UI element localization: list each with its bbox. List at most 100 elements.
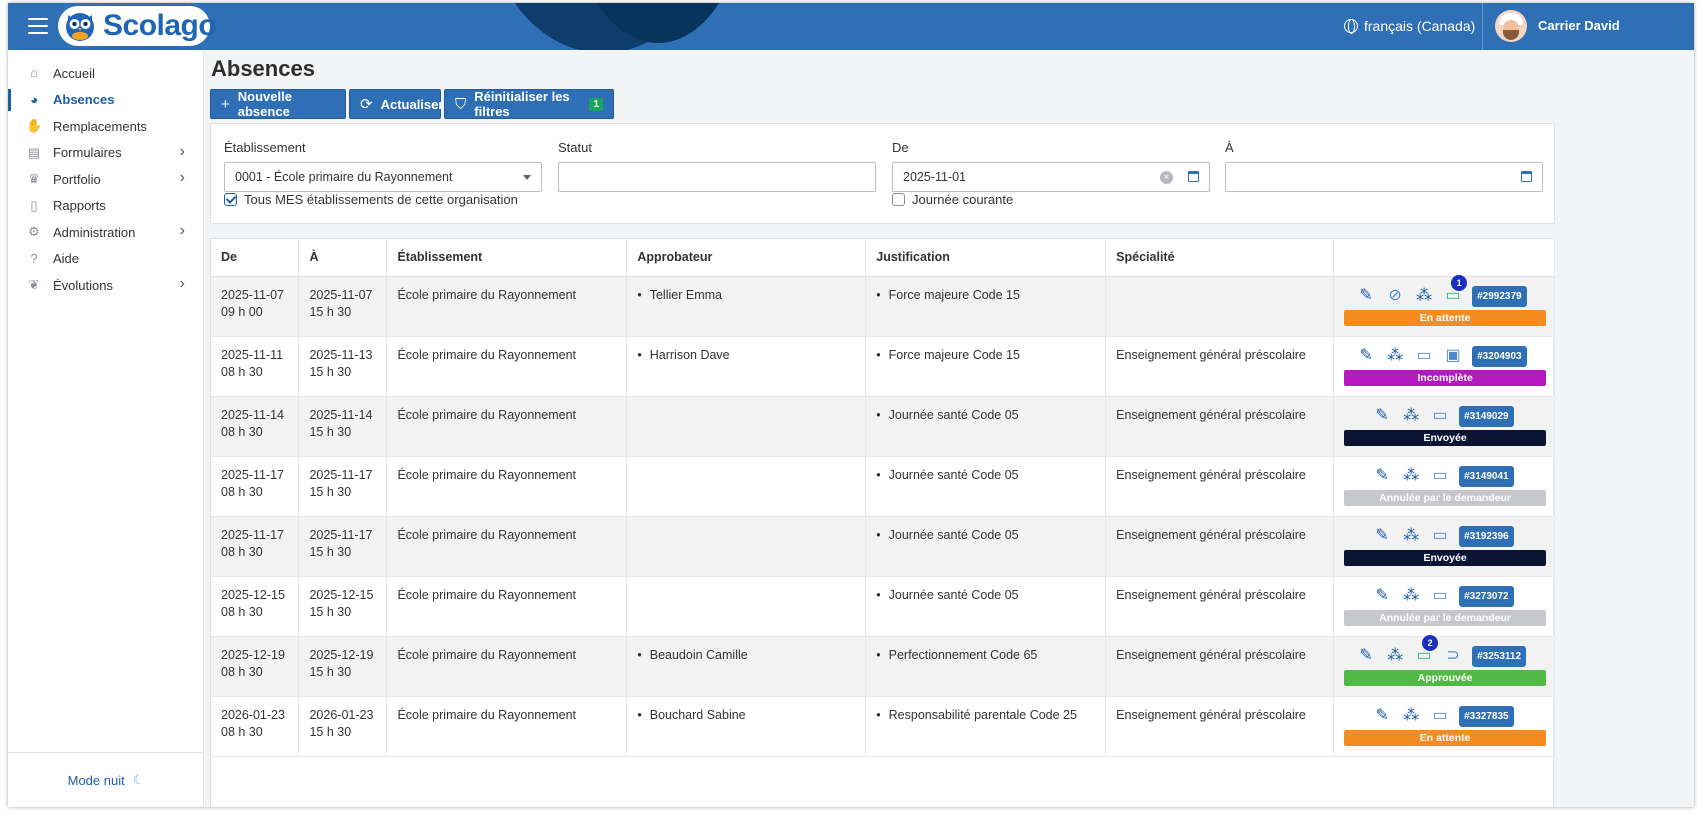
- edit-icon[interactable]: ✎: [1372, 707, 1392, 725]
- row-actions: ✎ ⁂ ▭ ▣ #3204903: [1356, 345, 1527, 367]
- etablissement-select[interactable]: 0001 - École primaire du Rayonnement: [224, 162, 542, 192]
- chat-icon[interactable]: ▭ 2: [1414, 635, 1439, 665]
- workflow-icon[interactable]: ⁂: [1401, 467, 1421, 485]
- hamburger-menu-icon[interactable]: [28, 18, 48, 34]
- chat-icon[interactable]: ▭: [1430, 407, 1450, 425]
- table-row[interactable]: 2025-11-14 08 h 30 2025-11-14 15 h 30 École …: [211, 396, 1555, 457]
- edit-icon[interactable]: ✎: [1356, 287, 1376, 305]
- sidebar-item-absences[interactable]: ◕ Absences: [8, 87, 203, 114]
- chevron-right-icon[interactable]: ›: [180, 169, 185, 187]
- user-name[interactable]: Carrier David: [1538, 18, 1620, 33]
- absence-id-badge[interactable]: #3149041: [1459, 465, 1514, 487]
- justification-value: Responsabilité parentale Code 25: [876, 707, 1105, 724]
- calendar-icon[interactable]: [1521, 171, 1532, 182]
- column-header-de[interactable]: De: [211, 239, 300, 277]
- table-row[interactable]: 2025-11-17 08 h 30 2025-11-17 15 h 30 École …: [211, 516, 1555, 577]
- absences-table-container: De À Établissement Approbateur Justifica…: [210, 238, 1555, 807]
- approbateur-value: Harrison Dave: [637, 347, 865, 364]
- absence-id-badge[interactable]: #3192396: [1459, 525, 1514, 547]
- edit-icon[interactable]: ✎: [1356, 347, 1376, 365]
- table-row[interactable]: 2025-11-17 08 h 30 2025-11-17 15 h 30 École …: [211, 456, 1555, 517]
- attachment-icon[interactable]: ⊃: [1443, 647, 1463, 665]
- cell-etablissement: École primaire du Rayonnement: [386, 456, 628, 517]
- chat-icon[interactable]: ▭: [1430, 587, 1450, 605]
- checkbox-checked-icon[interactable]: [224, 193, 237, 206]
- edit-icon[interactable]: ✎: [1372, 467, 1392, 485]
- sidebar-item-rapports[interactable]: ▯ Rapports: [8, 193, 203, 220]
- etablissement-value: 0001 - École primaire du Rayonnement: [235, 170, 453, 184]
- specialite-value: Enseignement général préscolaire: [1116, 347, 1306, 362]
- sidebar-item-administration[interactable]: ⚙ Administration ›: [8, 219, 203, 246]
- column-header-a[interactable]: À: [298, 239, 388, 277]
- table-row[interactable]: 2025-12-15 08 h 30 2025-12-15 15 h 30 École …: [211, 576, 1555, 637]
- workflow-icon[interactable]: ⁂: [1401, 587, 1421, 605]
- statut-input[interactable]: [558, 162, 876, 192]
- new-absence-button[interactable]: + Nouvelle absence: [210, 89, 346, 119]
- sidebar-item-evolutions[interactable]: ❦ Évolutions ›: [8, 272, 203, 299]
- chevron-right-icon[interactable]: ›: [180, 275, 185, 293]
- sidebar-item-remplacements[interactable]: ✋ Remplacements: [8, 113, 203, 140]
- sidebar-item-formulaires[interactable]: ▤ Formulaires ›: [8, 140, 203, 167]
- workflow-icon[interactable]: ⁂: [1385, 647, 1405, 665]
- chevron-right-icon[interactable]: ›: [180, 143, 185, 161]
- cell-a: 2025-12-19 15 h 30: [298, 636, 388, 697]
- all-establishments-checkbox[interactable]: Tous MES établissements de cette organis…: [224, 192, 518, 207]
- edit-icon[interactable]: ✎: [1372, 527, 1392, 545]
- chat-icon[interactable]: ▭: [1430, 707, 1450, 725]
- absence-id-badge[interactable]: #3149029: [1459, 405, 1514, 427]
- image-icon[interactable]: ▣: [1443, 347, 1463, 365]
- edit-icon[interactable]: ✎: [1372, 407, 1392, 425]
- language-selector[interactable]: français (Canada): [1344, 18, 1475, 34]
- edit-icon[interactable]: ✎: [1372, 587, 1392, 605]
- refresh-button[interactable]: ⟳ Actualiser: [349, 89, 443, 119]
- a-date-input[interactable]: [1225, 162, 1543, 192]
- workflow-icon[interactable]: ⁂: [1385, 347, 1405, 365]
- journee-courante-checkbox[interactable]: Journée courante: [892, 192, 1013, 207]
- column-header-specialite[interactable]: Spécialité: [1105, 239, 1335, 277]
- status-badge: En attente: [1344, 309, 1547, 326]
- cell-a: 2026-01-23 15 h 30: [298, 696, 388, 757]
- workflow-icon[interactable]: ⁂: [1414, 287, 1434, 305]
- chat-icon[interactable]: ▭: [1430, 467, 1450, 485]
- column-header-justification[interactable]: Justification: [865, 239, 1107, 277]
- chevron-right-icon[interactable]: ›: [180, 222, 185, 240]
- workflow-icon[interactable]: ⁂: [1401, 707, 1421, 725]
- calendar-icon[interactable]: [1188, 171, 1199, 182]
- edit-icon[interactable]: ✎: [1356, 647, 1376, 665]
- table-row[interactable]: 2025-11-11 08 h 30 2025-11-13 15 h 30 École …: [211, 336, 1555, 397]
- clear-icon[interactable]: ×: [1160, 171, 1173, 184]
- cell-specialite: Enseignement général préscolaire: [1105, 516, 1335, 577]
- cell-specialite: Enseignement général préscolaire: [1105, 636, 1335, 697]
- chat-icon[interactable]: ▭: [1414, 347, 1434, 365]
- a-date: 2025-11-07: [309, 287, 373, 302]
- absence-id-badge[interactable]: #3273072: [1459, 585, 1514, 607]
- column-header-approbateur[interactable]: Approbateur: [626, 239, 867, 277]
- sidebar-item-portfolio[interactable]: ♛ Portfolio ›: [8, 166, 203, 193]
- chat-icon[interactable]: ▭ 1: [1443, 275, 1468, 305]
- checkbox-icon[interactable]: [892, 193, 905, 206]
- de-date-input[interactable]: 2025-11-01 ×: [892, 162, 1210, 192]
- table-row[interactable]: 2026-01-23 08 h 30 2026-01-23 15 h 30 École …: [211, 696, 1555, 757]
- chat-icon[interactable]: ▭: [1430, 527, 1450, 545]
- cell-approbateur: Tellier Emma: [626, 276, 867, 337]
- specialite-value: Enseignement général préscolaire: [1116, 467, 1306, 482]
- no-user-icon[interactable]: ⊘: [1385, 287, 1405, 305]
- de-time: 08 h 30: [221, 544, 263, 559]
- reset-filters-button[interactable]: ⛉ Réinitialiser les filtres 1: [444, 89, 614, 119]
- absence-id-badge[interactable]: #2992379: [1472, 285, 1527, 307]
- absence-id-badge[interactable]: #3204903: [1472, 345, 1527, 367]
- workflow-icon[interactable]: ⁂: [1401, 527, 1421, 545]
- workflow-icon[interactable]: ⁂: [1401, 407, 1421, 425]
- table-row[interactable]: 2025-11-07 09 h 00 2025-11-07 15 h 30 École …: [211, 275, 1555, 337]
- sidebar-item-accueil[interactable]: ⌂ Accueil: [8, 60, 203, 87]
- absence-id-badge[interactable]: #3327835: [1459, 705, 1514, 727]
- sidebar-item-aide[interactable]: ? Aide: [8, 246, 203, 273]
- cell-actions: ✎ ⁂ ▭ #3149029 Envoyée: [1333, 396, 1555, 457]
- justification-value: Journée santé Code 05: [876, 527, 1105, 544]
- table-row[interactable]: 2025-12-19 08 h 30 2025-12-19 15 h 30 École …: [211, 635, 1555, 697]
- avatar[interactable]: [1495, 10, 1527, 42]
- column-header-etablissement[interactable]: Établissement: [386, 239, 628, 277]
- absence-id-badge[interactable]: #3253112: [1472, 645, 1527, 667]
- logo[interactable]: Scolago: [58, 6, 217, 46]
- mode-nuit-toggle[interactable]: Mode nuit ☾: [8, 752, 204, 807]
